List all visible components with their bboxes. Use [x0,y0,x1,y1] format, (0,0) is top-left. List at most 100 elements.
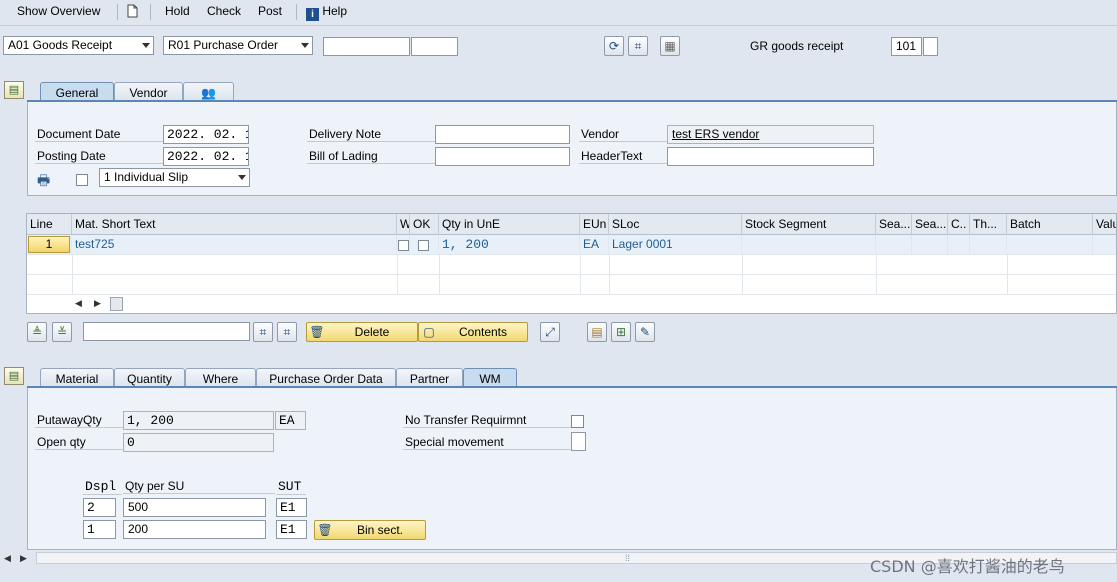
find-next-icon[interactable]: ⌗ [277,322,297,342]
mat-short-text-cell[interactable]: test725 [72,235,397,255]
po-number-input[interactable] [323,37,410,56]
open-qty-label: Open qty [35,435,123,450]
tab-where[interactable]: Where [185,368,256,387]
menu-separator [117,4,118,20]
layout-icon[interactable]: ▦ [660,36,680,56]
find-icon[interactable]: ⌗ [253,322,273,342]
eun-cell[interactable]: EA [580,235,609,255]
add-row-icon[interactable]: ⊞ [611,322,631,342]
col-header-th[interactable]: Th... [970,214,1007,235]
col-header-batch[interactable]: Batch [1007,214,1093,235]
trash-icon: 🗑 [317,523,333,537]
document-date-input[interactable]: 2022. 02. 10 [163,125,249,144]
col-header-w[interactable]: W [397,214,410,235]
binoculars-icon[interactable]: ⌗ [628,36,648,56]
su-qty-input[interactable]: 500 [123,498,266,517]
movement-extra-input[interactable] [923,37,938,56]
line-number-button[interactable]: 1 [28,236,70,253]
collapse-header-icon[interactable]: ▤ [4,81,24,99]
people-icon: 👥 [201,86,216,100]
check-button[interactable]: Check [207,4,241,18]
sea2-cell[interactable] [912,235,948,255]
valu-cell[interactable] [1093,235,1116,255]
su-qty-input[interactable]: 200 [123,520,266,539]
fullscreen-icon[interactable]: ⤢ [540,322,560,342]
comment-icon[interactable]: ✎ [635,322,655,342]
reference-select[interactable]: R01 Purchase Order [163,36,313,55]
su-sut-input[interactable]: E1 [276,520,307,539]
scroll-grip-icon[interactable]: ⁞⁞ [625,553,630,563]
tab-partner-icon[interactable]: 👥 [183,82,234,101]
ok-checkbox[interactable] [410,235,439,255]
tab-quantity[interactable]: Quantity [114,368,185,387]
col-header-mat-short-text[interactable]: Mat. Short Text [72,214,397,235]
printer-icon[interactable]: 🖶 [37,170,50,194]
bin-sect-button[interactable]: 🗑 Bin sect. [314,520,426,540]
line-cell[interactable]: 1 [27,235,72,255]
scroll-left-icon[interactable]: ◀ [75,298,82,309]
expand-all-icon[interactable]: ≜ [27,322,47,342]
delivery-note-input[interactable] [435,125,570,144]
movement-type-input[interactable]: 101 [891,37,922,56]
watermark: CSDN @喜欢打酱油的老鸟 [870,557,1065,576]
help-button[interactable]: i Help [306,4,347,21]
po-item-input[interactable] [411,37,458,56]
slip-select[interactable]: 1 Individual Slip [99,168,250,187]
col-header-stock-segment[interactable]: Stock Segment [742,214,876,235]
collapse-detail-icon[interactable]: ▤ [4,367,24,385]
tab-general[interactable]: General [40,82,114,101]
scroll-thumb[interactable] [110,297,123,311]
menu-separator [150,4,151,20]
special-movement-input[interactable] [571,432,586,451]
no-transfer-checkbox[interactable] [571,414,584,429]
col-header-c[interactable]: C.. [948,214,970,235]
scroll-right-icon[interactable]: ▶ [20,553,27,564]
su-dspl-input[interactable]: 2 [83,498,116,517]
sloc-cell[interactable]: Lager 0001 [609,235,742,255]
scroll-right-icon[interactable]: ▶ [94,298,101,309]
posting-date-label: Posting Date [35,149,163,164]
col-header-sea2[interactable]: Sea... [912,214,948,235]
col-header-line[interactable]: Line [27,214,72,235]
tab-material[interactable]: Material [40,368,114,387]
tab-vendor[interactable]: Vendor [114,82,183,101]
th-cell[interactable] [970,235,1007,255]
tab-wm[interactable]: WM [463,368,517,387]
qty-cell[interactable]: 1, 200 [439,235,580,255]
sea1-cell[interactable] [876,235,912,255]
post-button[interactable]: Post [258,4,282,18]
item-search-input[interactable] [83,322,250,341]
collapse-all-icon[interactable]: ≚ [52,322,72,342]
col-header-qty[interactable]: Qty in UnE [439,214,580,235]
tab-purchase-order-data[interactable]: Purchase Order Data [256,368,396,387]
table-row[interactable] [27,255,1116,275]
vendor-value[interactable]: test ERS vendor [667,125,874,144]
contents-button[interactable]: ▢ Contents [418,322,528,342]
col-header-sloc[interactable]: SLoc [609,214,742,235]
col-header-eun[interactable]: EUn [580,214,609,235]
bill-of-lading-input[interactable] [435,147,570,166]
scroll-left-icon[interactable]: ◀ [4,553,11,564]
print-checkbox[interactable] [76,172,88,186]
col-header-ok[interactable]: OK [410,214,439,235]
table-row[interactable] [27,275,1116,295]
col-header-valu[interactable]: Valu [1093,214,1116,235]
tab-partner[interactable]: Partner [396,368,463,387]
batch-cell[interactable] [1007,235,1093,255]
hold-button[interactable]: Hold [165,4,190,18]
su-sut-input[interactable]: E1 [276,498,307,517]
stock-segment-cell[interactable] [742,235,876,255]
posting-date-input[interactable]: 2022. 02. 10 [163,147,249,166]
headertext-input[interactable] [667,147,874,166]
execute-icon[interactable]: ⟳ [604,36,624,56]
transaction-select[interactable]: A01 Goods Receipt [3,36,154,55]
w-cell[interactable] [397,235,410,255]
su-dspl-input[interactable]: 1 [83,520,116,539]
c-cell[interactable] [948,235,970,255]
col-header-sea1[interactable]: Sea... [876,214,912,235]
new-document-icon[interactable] [127,4,138,21]
show-overview-button[interactable]: Show Overview [17,4,100,18]
delete-button[interactable]: 🗑 Delete [306,322,418,342]
menu-separator [296,4,297,20]
copy-icon[interactable]: ▤ [587,322,607,342]
